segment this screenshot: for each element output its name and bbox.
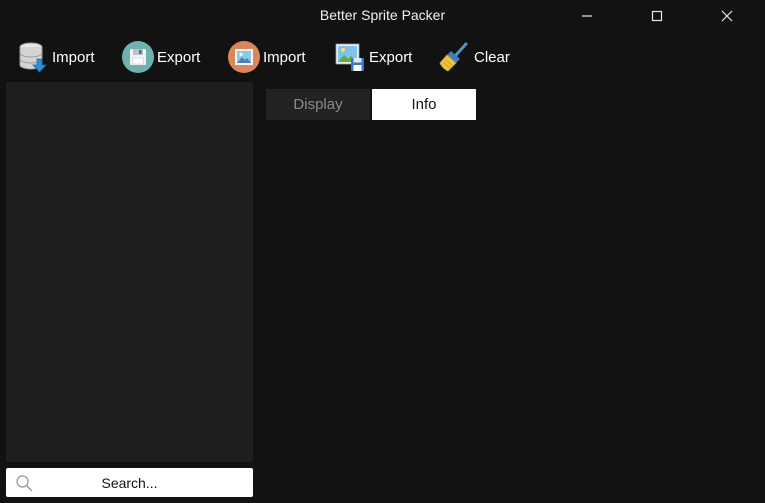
maximize-icon [651, 10, 663, 22]
minimize-button[interactable] [564, 0, 610, 32]
sprite-list-panel[interactable] [6, 82, 253, 462]
export-data-label: Export [157, 48, 201, 66]
database-import-icon [17, 41, 49, 73]
clear-button[interactable]: Clear [439, 38, 510, 76]
info-panel [266, 120, 765, 503]
export-data-button[interactable]: Export [122, 38, 200, 76]
import-image-button[interactable]: Import [228, 38, 306, 76]
export-image-button[interactable]: Export [334, 38, 412, 76]
floppy-disk-icon [122, 41, 154, 73]
search-input[interactable] [6, 468, 253, 497]
image-icon [228, 41, 260, 73]
maximize-button[interactable] [634, 0, 680, 32]
clear-label: Clear [474, 48, 510, 66]
close-button[interactable] [704, 0, 750, 32]
toolbar: Import Export Import Export Clear [0, 38, 765, 76]
broom-icon [439, 41, 471, 73]
tab-display[interactable]: Display [266, 89, 370, 120]
import-image-label: Import [263, 48, 306, 66]
search-box[interactable] [6, 468, 253, 497]
tab-info[interactable]: Info [372, 89, 476, 120]
import-data-button[interactable]: Import [17, 38, 95, 76]
export-image-label: Export [369, 48, 413, 66]
title-bar: Better Sprite Packer [0, 0, 765, 32]
image-save-icon [334, 41, 366, 73]
minimize-icon [582, 15, 592, 17]
import-data-label: Import [52, 48, 95, 66]
close-icon [721, 10, 733, 22]
